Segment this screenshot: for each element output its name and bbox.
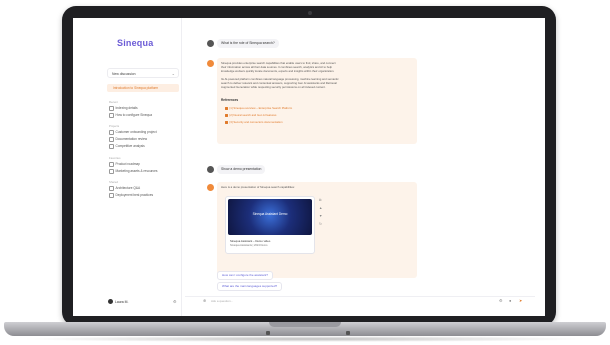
copy-icon[interactable]: ⧉ [319, 198, 321, 202]
sidebar-section-title: Projects [109, 124, 120, 128]
new-discussion-label: New discussion [112, 72, 136, 76]
composer-input[interactable]: Ask a question... [211, 299, 233, 303]
microphone-icon[interactable]: ● [509, 298, 511, 303]
laptop-shadow [20, 336, 590, 342]
assistant-avatar [207, 184, 214, 191]
thumbs-up-icon[interactable]: ▲ [319, 206, 322, 210]
user-avatar [207, 166, 214, 173]
video-thumbnail[interactable]: Sinequa Assistant Demo [228, 199, 312, 235]
video-title: Sinequa Assistant Demo [252, 212, 288, 216]
assistant-avatar [207, 60, 214, 67]
camera-icon [308, 11, 312, 15]
user-avatar [207, 40, 214, 47]
sidebar: Sinequa New discussion ⌄ Introduction to… [73, 18, 182, 316]
assistant-answer: Sinequa provides enterprise search capab… [217, 58, 417, 144]
sidebar-item[interactable]: Competitive analysis [109, 144, 145, 149]
attachment-icon[interactable]: ⊕ [203, 298, 206, 303]
suggestion-chip[interactable]: What are the main languages supported? [217, 282, 283, 291]
composer [185, 296, 535, 307]
sidebar-item[interactable]: Architecture Q&A [109, 186, 141, 191]
user-name[interactable]: Laura M. [115, 300, 128, 304]
sidebar-item[interactable]: Product roadmap [109, 162, 140, 167]
video-subcaption: Sinequa Assistants | 2024 Demo [230, 244, 268, 247]
user-question: Show a demo presentation [217, 165, 266, 174]
references-title: References [221, 98, 239, 102]
answer-line: Augmented Generation while respecting se… [221, 85, 326, 89]
send-icon[interactable]: ➤ [519, 298, 522, 303]
laptop-hinge [266, 331, 270, 335]
thumbs-down-icon[interactable]: ▼ [319, 214, 322, 218]
reference-link[interactable]: [1] Sinequa overview – Enterprise Search… [225, 106, 293, 110]
chat-area: What is the role of Sinequa search? Sine… [181, 18, 545, 316]
sidebar-item[interactable]: Deployment best practices [109, 193, 154, 198]
reference-link[interactable]: [2] Neural search and Gen AI features [225, 113, 277, 117]
laptop-notch [269, 322, 341, 327]
user-question: What is the role of Sinequa search? [217, 39, 279, 48]
video-caption: Sinequa Assistant – Demo video [230, 239, 271, 243]
chevron-down-icon: ⌄ [171, 71, 175, 76]
sidebar-section-title: Shared [109, 180, 119, 184]
laptop-frame: Sinequa New discussion ⌄ Introduction to… [62, 6, 556, 326]
app-logo: Sinequa [117, 38, 154, 48]
sidebar-item[interactable]: Indexing details [109, 106, 138, 111]
reference-link[interactable]: [3] Security and connectors documentatio… [225, 120, 283, 124]
gear-icon[interactable]: ⚙ [173, 299, 177, 304]
answer-line: knowledge workers quickly locate documen… [221, 69, 335, 73]
app-screen: Sinequa New discussion ⌄ Introduction to… [73, 18, 545, 316]
sidebar-item[interactable]: Documentation review [109, 137, 148, 142]
sidebar-item[interactable]: Marketing assets & resources [109, 169, 158, 174]
laptop-base [4, 322, 606, 336]
refresh-icon[interactable]: ↻ [319, 222, 322, 226]
answer-intro: Here is a demo presentation of Sinequa s… [221, 185, 295, 189]
suggestion-chip[interactable]: How can I configure the assistant? [217, 271, 273, 280]
sidebar-item-active[interactable]: Introduction to Sinequa platform [107, 84, 179, 92]
new-discussion-button[interactable]: New discussion ⌄ [107, 68, 179, 78]
settings-icon[interactable]: ⚙ [499, 298, 503, 303]
laptop-hinge [346, 331, 350, 335]
sidebar-section-title: Favorites [109, 156, 121, 160]
sidebar-item[interactable]: Customer onboarding project [109, 130, 157, 135]
sidebar-item[interactable]: How to configure Sinequa [109, 113, 153, 118]
video-card[interactable]: Sinequa Assistant Demo Sinequa Assistant… [225, 196, 315, 254]
avatar[interactable] [108, 299, 113, 304]
sidebar-section-title: Recent [109, 100, 118, 104]
